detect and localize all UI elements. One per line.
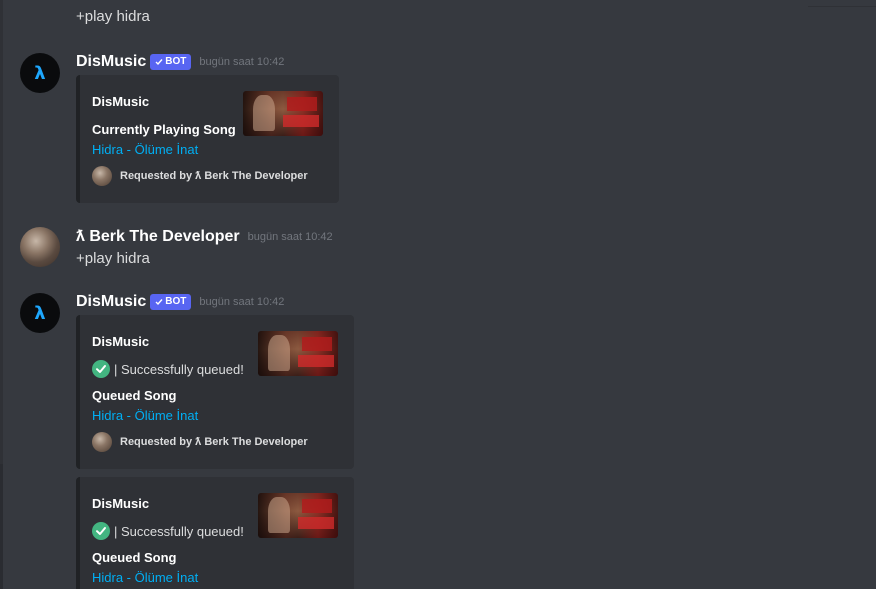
username[interactable]: DisMusic	[76, 293, 146, 311]
embed-author: DisMusic	[92, 496, 150, 511]
message-header: DisMusic BOT bugün saat 10:42	[76, 51, 284, 73]
bot-tag-label: BOT	[165, 296, 187, 307]
song-link[interactable]: Hidra - Ölüme İnat	[92, 408, 198, 423]
timestamp[interactable]: bugün saat 10:42	[248, 231, 333, 243]
bot-tag-label: BOT	[165, 56, 187, 67]
embed-description: | Successfully queued!	[92, 360, 244, 378]
footer-text: Requested by ƛ Berk The Developer	[120, 436, 308, 448]
embed-description: | Successfully queued!	[92, 522, 244, 540]
username[interactable]: ƛ Berk The Developer	[76, 228, 240, 246]
timestamp[interactable]: bugün saat 10:42	[199, 296, 284, 308]
channel-sidebar-edge	[0, 0, 3, 589]
avatar[interactable]: λ	[20, 293, 60, 333]
divider	[808, 6, 876, 7]
message-header: DisMusic BOT bugün saat 10:42	[76, 291, 284, 313]
message-header: ƛ Berk The Developer bugün saat 10:42	[76, 226, 333, 248]
album-thumbnail[interactable]	[258, 493, 338, 538]
embed: DisMusic | Successfully queued! Queued S…	[76, 315, 354, 469]
username[interactable]: DisMusic	[76, 53, 146, 71]
timestamp[interactable]: bugün saat 10:42	[199, 56, 284, 68]
embed: DisMusic | Successfully queued! Queued S…	[76, 477, 354, 589]
embed-author: DisMusic	[92, 94, 150, 109]
description-text: | Successfully queued!	[114, 523, 244, 539]
embed: DisMusic Currently Playing Song Hidra - …	[76, 75, 339, 203]
avatar[interactable]	[20, 227, 60, 267]
embed-field-name: Queued Song	[92, 550, 177, 565]
embed-author: DisMusic	[92, 334, 150, 349]
bot-badge: BOT	[150, 54, 192, 70]
lambda-logo-icon: λ	[34, 62, 46, 84]
message-content: +play hidra	[76, 8, 150, 25]
requester-avatar	[92, 432, 112, 452]
lambda-logo-icon: λ	[34, 302, 46, 324]
embed-field-name: Currently Playing Song	[92, 122, 236, 137]
embed-footer: Requested by ƛ Berk The Developer	[92, 166, 308, 186]
bot-badge: BOT	[150, 294, 192, 310]
avatar[interactable]: λ	[20, 53, 60, 93]
check-mark-icon	[92, 360, 110, 378]
message-content: +play hidra	[76, 250, 150, 267]
requester-avatar	[92, 166, 112, 186]
album-thumbnail[interactable]	[258, 331, 338, 376]
chat-view: +play hidra λ DisMusic BOT bugün saat 10…	[0, 0, 876, 589]
description-text: | Successfully queued!	[114, 361, 244, 377]
embed-footer: Requested by ƛ Berk The Developer	[92, 432, 308, 452]
checkmark-icon	[155, 59, 163, 66]
footer-text: Requested by ƛ Berk The Developer	[120, 170, 308, 182]
embed-field-name: Queued Song	[92, 388, 177, 403]
song-link[interactable]: Hidra - Ölüme İnat	[92, 142, 198, 157]
song-link[interactable]: Hidra - Ölüme İnat	[92, 570, 198, 585]
checkmark-icon	[155, 299, 163, 306]
album-thumbnail[interactable]	[243, 91, 323, 136]
check-mark-icon	[92, 522, 110, 540]
